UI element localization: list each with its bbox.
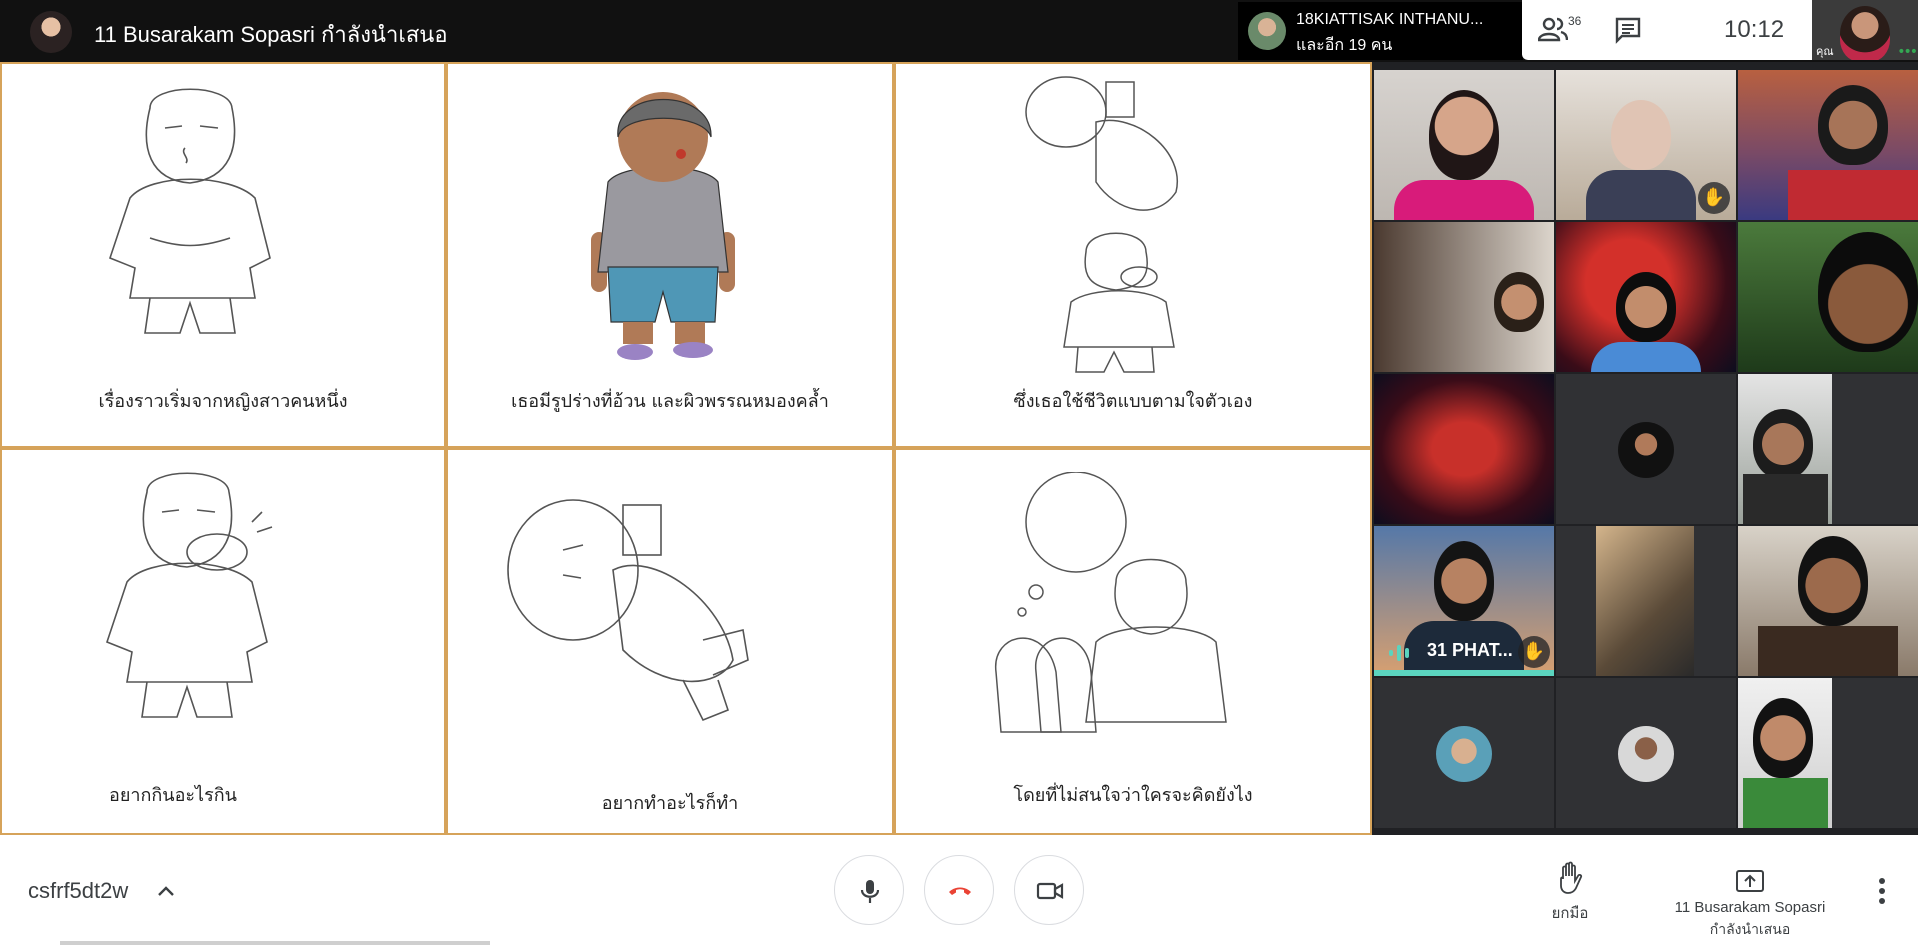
self-label: คุณ xyxy=(1816,46,1834,58)
participant-tile[interactable] xyxy=(1738,526,1918,676)
raise-hand-icon xyxy=(1560,861,1583,894)
clock: 10:12 xyxy=(1724,16,1785,43)
self-video-tile[interactable]: คุณ ••• xyxy=(1812,0,1918,60)
participant-video xyxy=(1616,272,1676,342)
chat-button[interactable] xyxy=(1612,14,1644,46)
bottom-control-bar: csfrf5dt2w ยกมือ 11 Busarakam Sopasri กำ… xyxy=(0,835,1918,945)
slide-caption: ซึ่งเธอใช้ชีวิตแบบตามใจตัวเอง xyxy=(1013,391,1253,412)
presenter-title: 11 Busarakam Sopasri กำลังนำเสนอ xyxy=(94,22,448,47)
presenting-status: กำลังนำเสนอ xyxy=(1709,922,1791,938)
presenting-name: 11 Busarakam Sopasri xyxy=(1674,899,1826,916)
character-lying-and-eating-illustration xyxy=(1025,76,1179,373)
participant-video xyxy=(1611,100,1671,170)
character-color-illustration xyxy=(591,92,735,360)
participant-gallery: ✋ 31 PHAT... ✋ xyxy=(1372,62,1918,835)
more-vertical-icon xyxy=(1879,878,1885,904)
participant-avatar xyxy=(1618,422,1674,478)
raised-hand-icon: ✋ xyxy=(1518,636,1550,668)
hangup-icon xyxy=(949,887,971,895)
slide-caption: อยากกินอะไรกิน xyxy=(109,785,237,806)
participant-video xyxy=(1434,541,1494,621)
participant-name: 31 PHAT... xyxy=(1427,640,1513,660)
participant-tile-speaking[interactable]: 31 PHAT... ✋ xyxy=(1374,526,1554,676)
participant-tile[interactable] xyxy=(1556,222,1736,372)
notification-name: 18KIATTISAK INTHANU... xyxy=(1296,11,1484,28)
participant-video xyxy=(1429,90,1499,180)
slide-panel-2: เธอมีรูปร่างที่อ้วน และผิวพรรณหมองคล้ำ xyxy=(446,62,894,448)
slide-panel-3: ซึ่งเธอใช้ชีวิตแบบตามใจตัวเอง xyxy=(894,62,1372,448)
slide-panel-1: เรื่องราวเริ่มจากหญิงสาวคนหนึ่ง xyxy=(0,62,446,448)
participant-video xyxy=(1818,232,1918,352)
participant-video xyxy=(1753,698,1813,778)
meeting-code[interactable]: csfrf5dt2w xyxy=(28,878,128,904)
raise-hand-label: ยกมือ xyxy=(1551,904,1589,922)
microphone-icon xyxy=(860,880,880,903)
more-options-button[interactable] xyxy=(1870,873,1894,909)
present-screen-icon xyxy=(1736,870,1764,892)
participant-avatar xyxy=(1618,726,1674,782)
participant-video xyxy=(1494,272,1544,332)
self-video xyxy=(1840,6,1890,60)
microphone-button[interactable] xyxy=(834,855,904,925)
speaking-bar xyxy=(1374,670,1554,676)
participant-tile[interactable] xyxy=(1556,526,1736,676)
people-button[interactable]: 36 xyxy=(1538,12,1588,48)
participant-video xyxy=(1818,85,1888,165)
participant-tile[interactable] xyxy=(1374,374,1554,524)
camera-icon xyxy=(1036,882,1064,900)
participant-video xyxy=(1374,374,1554,524)
slide-panel-5: อยากทำอะไรก็ทำ xyxy=(446,448,894,835)
participant-avatar xyxy=(1436,726,1492,782)
participant-tile[interactable]: ✋ xyxy=(1556,70,1736,220)
top-bar: 11 Busarakam Sopasri กำลังนำเสนอ 18KIATT… xyxy=(0,0,1918,62)
presentation-slide: เรื่องราวเริ่มจากหญิงสาวคนหนึ่ง เธอมีรูป… xyxy=(0,62,1372,835)
participant-tile[interactable] xyxy=(1738,374,1918,524)
participant-tile[interactable] xyxy=(1374,70,1554,220)
participant-tile[interactable] xyxy=(1738,70,1918,220)
leave-call-button[interactable] xyxy=(924,855,994,925)
participant-video xyxy=(1596,526,1694,676)
participant-count: 36 xyxy=(1568,14,1582,28)
participant-tile[interactable] xyxy=(1556,678,1736,828)
meeting-tools: 36 10:12 xyxy=(1522,0,1812,60)
character-eating-illustration xyxy=(106,472,273,718)
camera-button[interactable] xyxy=(1014,855,1084,925)
people-icon xyxy=(1538,17,1568,42)
notification-avatar xyxy=(1248,12,1286,50)
horizontal-scrollbar[interactable] xyxy=(60,941,490,945)
slide-caption: เรื่องราวเริ่มจากหญิงสาวคนหนึ่ง xyxy=(98,391,348,412)
participant-tile[interactable] xyxy=(1738,222,1918,372)
participant-tile[interactable] xyxy=(1738,678,1918,828)
notification-more: และอีก 19 คน xyxy=(1296,37,1393,54)
participant-tile[interactable] xyxy=(1374,222,1554,372)
slide-caption: โดยที่ไม่สนใจว่าใครจะคิดยังไง xyxy=(1013,785,1253,806)
chevron-up-icon[interactable] xyxy=(156,881,176,901)
speaking-indicator-icon xyxy=(1389,645,1409,661)
character-with-onlookers-illustration xyxy=(995,472,1227,733)
raised-hand-icon: ✋ xyxy=(1698,182,1730,214)
slide-caption: อยากทำอะไรก็ทำ xyxy=(601,793,739,814)
chat-icon xyxy=(1615,17,1641,44)
presenter-avatar xyxy=(30,11,72,53)
participant-video xyxy=(1798,536,1868,626)
participant-tile[interactable] xyxy=(1374,678,1554,828)
join-notification[interactable]: 18KIATTISAK INTHANU... และอีก 19 คน xyxy=(1238,2,1523,60)
participant-tile[interactable] xyxy=(1556,374,1736,524)
presenting-button[interactable]: 11 Busarakam Sopasri กำลังนำเสนอ xyxy=(1660,849,1840,938)
slide-caption: เธอมีรูปร่างที่อ้วน และผิวพรรณหมองคล้ำ xyxy=(511,391,829,412)
slide-panel-4: อยากกินอะไรกิน xyxy=(0,448,446,835)
audio-indicator-icon: ••• xyxy=(1897,44,1918,60)
character-outline-illustration xyxy=(109,88,271,334)
character-lying-illustration xyxy=(507,499,749,722)
slide-panel-6: โดยที่ไม่สนใจว่าใครจะคิดยังไง xyxy=(894,448,1372,835)
raise-hand-button[interactable]: ยกมือ xyxy=(1540,855,1600,927)
participant-video xyxy=(1753,409,1813,479)
